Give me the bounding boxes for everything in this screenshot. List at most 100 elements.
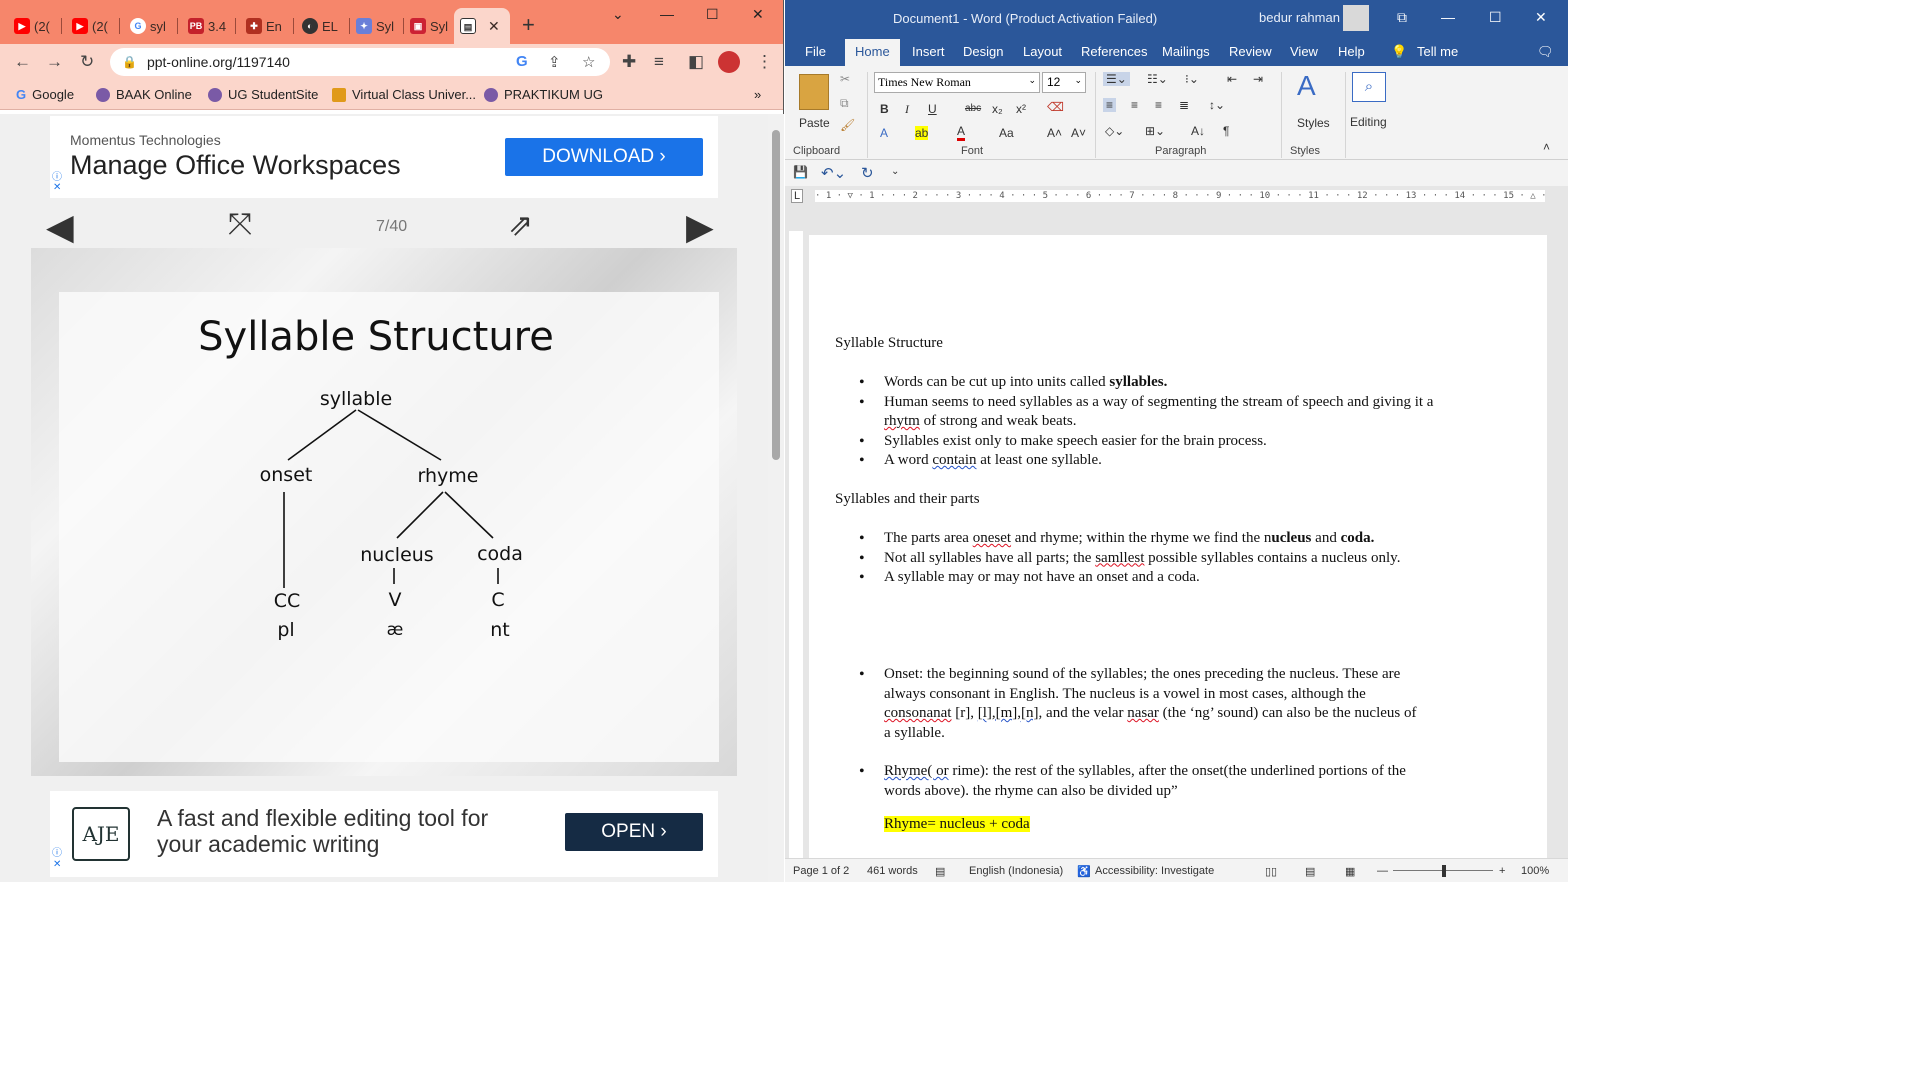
- forward-icon[interactable]: →: [46, 52, 63, 72]
- tab-mailings[interactable]: Mailings: [1162, 44, 1210, 59]
- web-layout-icon[interactable]: ▦: [1345, 865, 1355, 878]
- close-window-button[interactable]: ✕: [1535, 9, 1547, 26]
- print-layout-icon[interactable]: ▤: [1305, 865, 1315, 878]
- customize-qat-icon[interactable]: ⌄: [891, 166, 899, 177]
- browser-tab[interactable]: ▶ (2(: [66, 8, 120, 44]
- redo-icon[interactable]: ↻: [861, 164, 874, 182]
- ad-banner-bottom[interactable]: AJE A fast and flexible editing tool for…: [50, 791, 718, 877]
- browser-tab-active[interactable]: ▤ ✕: [454, 8, 510, 44]
- save-icon[interactable]: 💾: [793, 165, 808, 179]
- shrink-font-icon[interactable]: A˅: [1071, 126, 1086, 140]
- format-painter-icon[interactable]: 🖌: [840, 118, 855, 132]
- grammar-error[interactable]: [l],[m],[n]: [978, 705, 1039, 721]
- proofing-icon[interactable]: ▤: [935, 865, 945, 878]
- next-slide-button[interactable]: ▶: [686, 206, 714, 248]
- bookmark-item[interactable]: UG StudentSite: [208, 87, 318, 102]
- avatar[interactable]: [1343, 5, 1369, 31]
- menu-dots-icon[interactable]: ⋮: [756, 52, 773, 72]
- highlight-icon[interactable]: ab: [915, 126, 929, 140]
- reading-list-icon[interactable]: ≡: [654, 52, 664, 72]
- bookmark-item[interactable]: PRAKTIKUM UG: [484, 87, 603, 102]
- spelling-error[interactable]: consonanat: [884, 705, 951, 721]
- accessibility-status[interactable]: Accessibility: Investigate: [1095, 865, 1214, 877]
- share-icon[interactable]: ⇪: [548, 53, 561, 71]
- browser-tab[interactable]: G syl: [124, 8, 178, 44]
- subscript-button[interactable]: x₂: [992, 102, 1003, 116]
- shading-icon[interactable]: ◇⌄: [1105, 124, 1124, 138]
- clear-formatting-icon[interactable]: ⌫: [1047, 100, 1064, 114]
- zoom-level[interactable]: 100%: [1521, 865, 1549, 877]
- multilevel-list-icon[interactable]: ⁝⌄: [1185, 72, 1199, 86]
- spelling-error[interactable]: nasar: [1127, 705, 1159, 721]
- reload-icon[interactable]: ↻: [80, 52, 94, 72]
- tab-layout[interactable]: Layout: [1023, 44, 1062, 59]
- borders-icon[interactable]: ⊞⌄: [1145, 124, 1165, 138]
- close-window-button[interactable]: ✕: [752, 6, 764, 23]
- open-button[interactable]: OPEN ›: [565, 813, 703, 851]
- tab-selector[interactable]: L: [791, 189, 804, 203]
- zoom-in-button[interactable]: +: [1499, 865, 1505, 877]
- document-page[interactable]: Syllable Structure Words can be cut up i…: [809, 235, 1547, 858]
- justify-icon[interactable]: ≣: [1179, 98, 1189, 112]
- google-lens-icon[interactable]: G: [516, 53, 528, 70]
- bookmark-item[interactable]: BAAK Online: [96, 87, 192, 102]
- tab-view[interactable]: View: [1290, 44, 1318, 59]
- cut-icon[interactable]: ✂: [840, 72, 850, 86]
- browser-tab[interactable]: ▣ Syl: [404, 8, 456, 44]
- italic-button[interactable]: I: [905, 102, 909, 117]
- share-icon[interactable]: ⇗: [508, 208, 533, 243]
- grammar-error[interactable]: Rhyme( or: [884, 763, 949, 779]
- numbering-icon[interactable]: ☷⌄: [1147, 72, 1168, 86]
- browser-tab[interactable]: PB 3.4: [182, 8, 236, 44]
- underline-button[interactable]: U: [928, 102, 937, 116]
- fullscreen-icon[interactable]: ⤧: [228, 208, 252, 242]
- sort-icon[interactable]: A↓: [1191, 124, 1205, 138]
- browser-tab[interactable]: ✦ Syl: [350, 8, 404, 44]
- new-tab-button[interactable]: +: [522, 12, 535, 38]
- profile-avatar[interactable]: [718, 51, 740, 73]
- zoom-out-button[interactable]: —: [1377, 865, 1388, 877]
- back-icon[interactable]: ←: [14, 52, 31, 72]
- grammar-error[interactable]: contain: [932, 452, 976, 468]
- styles-icon[interactable]: A: [1297, 70, 1316, 102]
- tab-insert[interactable]: Insert: [912, 44, 945, 59]
- zoom-slider-thumb[interactable]: [1442, 865, 1446, 877]
- browser-tab[interactable]: ◐ EL: [296, 8, 350, 44]
- minimize-button[interactable]: —: [1441, 9, 1455, 25]
- ad-info-icon[interactable]: ⓘ: [52, 168, 62, 183]
- strikethrough-button[interactable]: abc: [965, 103, 981, 114]
- maximize-button[interactable]: ☐: [706, 6, 719, 23]
- spelling-error[interactable]: rhytm: [884, 413, 920, 429]
- maximize-button[interactable]: ☐: [1489, 9, 1502, 26]
- ad-banner-top[interactable]: Momentus Technologies Manage Office Work…: [50, 116, 718, 198]
- star-icon[interactable]: ☆: [582, 53, 595, 71]
- bookmarks-overflow-button[interactable]: »: [754, 87, 761, 102]
- copy-icon[interactable]: ⧉: [840, 96, 849, 111]
- page-scrollbar[interactable]: [768, 114, 784, 882]
- browser-tab[interactable]: ✚ En: [240, 8, 294, 44]
- extensions-icon[interactable]: ✚: [622, 52, 636, 72]
- text-effects-icon[interactable]: A: [880, 126, 888, 140]
- align-right-icon[interactable]: ≡: [1155, 98, 1162, 112]
- change-case-icon[interactable]: Aa: [999, 126, 1014, 140]
- grow-font-icon[interactable]: A˄: [1047, 126, 1062, 140]
- bold-button[interactable]: B: [880, 102, 889, 116]
- spelling-error[interactable]: oneset: [973, 530, 1011, 546]
- paste-button[interactable]: Paste: [799, 116, 830, 130]
- comments-icon[interactable]: 🗨: [1537, 44, 1554, 60]
- align-left-icon[interactable]: ≡: [1103, 98, 1117, 112]
- align-center-icon[interactable]: ≡: [1131, 98, 1138, 112]
- ad-info-icon[interactable]: ⓘ: [52, 844, 62, 859]
- tab-help[interactable]: Help: [1338, 44, 1365, 59]
- collapse-ribbon-icon[interactable]: ˄: [1543, 140, 1550, 154]
- increase-indent-icon[interactable]: ⇥: [1253, 72, 1263, 86]
- font-name-select[interactable]: Times New Roman ⌄: [874, 72, 1040, 93]
- line-spacing-icon[interactable]: ↕⌄: [1209, 98, 1225, 112]
- bullets-icon[interactable]: ☰⌄: [1103, 72, 1130, 86]
- side-panel-icon[interactable]: ◧: [688, 52, 704, 72]
- paste-icon[interactable]: [799, 74, 829, 110]
- tab-file[interactable]: File: [805, 44, 826, 59]
- font-color-icon[interactable]: A: [957, 124, 966, 141]
- undo-icon[interactable]: ↶⌄: [821, 164, 846, 182]
- tell-me-search[interactable]: Tell me: [1417, 44, 1458, 59]
